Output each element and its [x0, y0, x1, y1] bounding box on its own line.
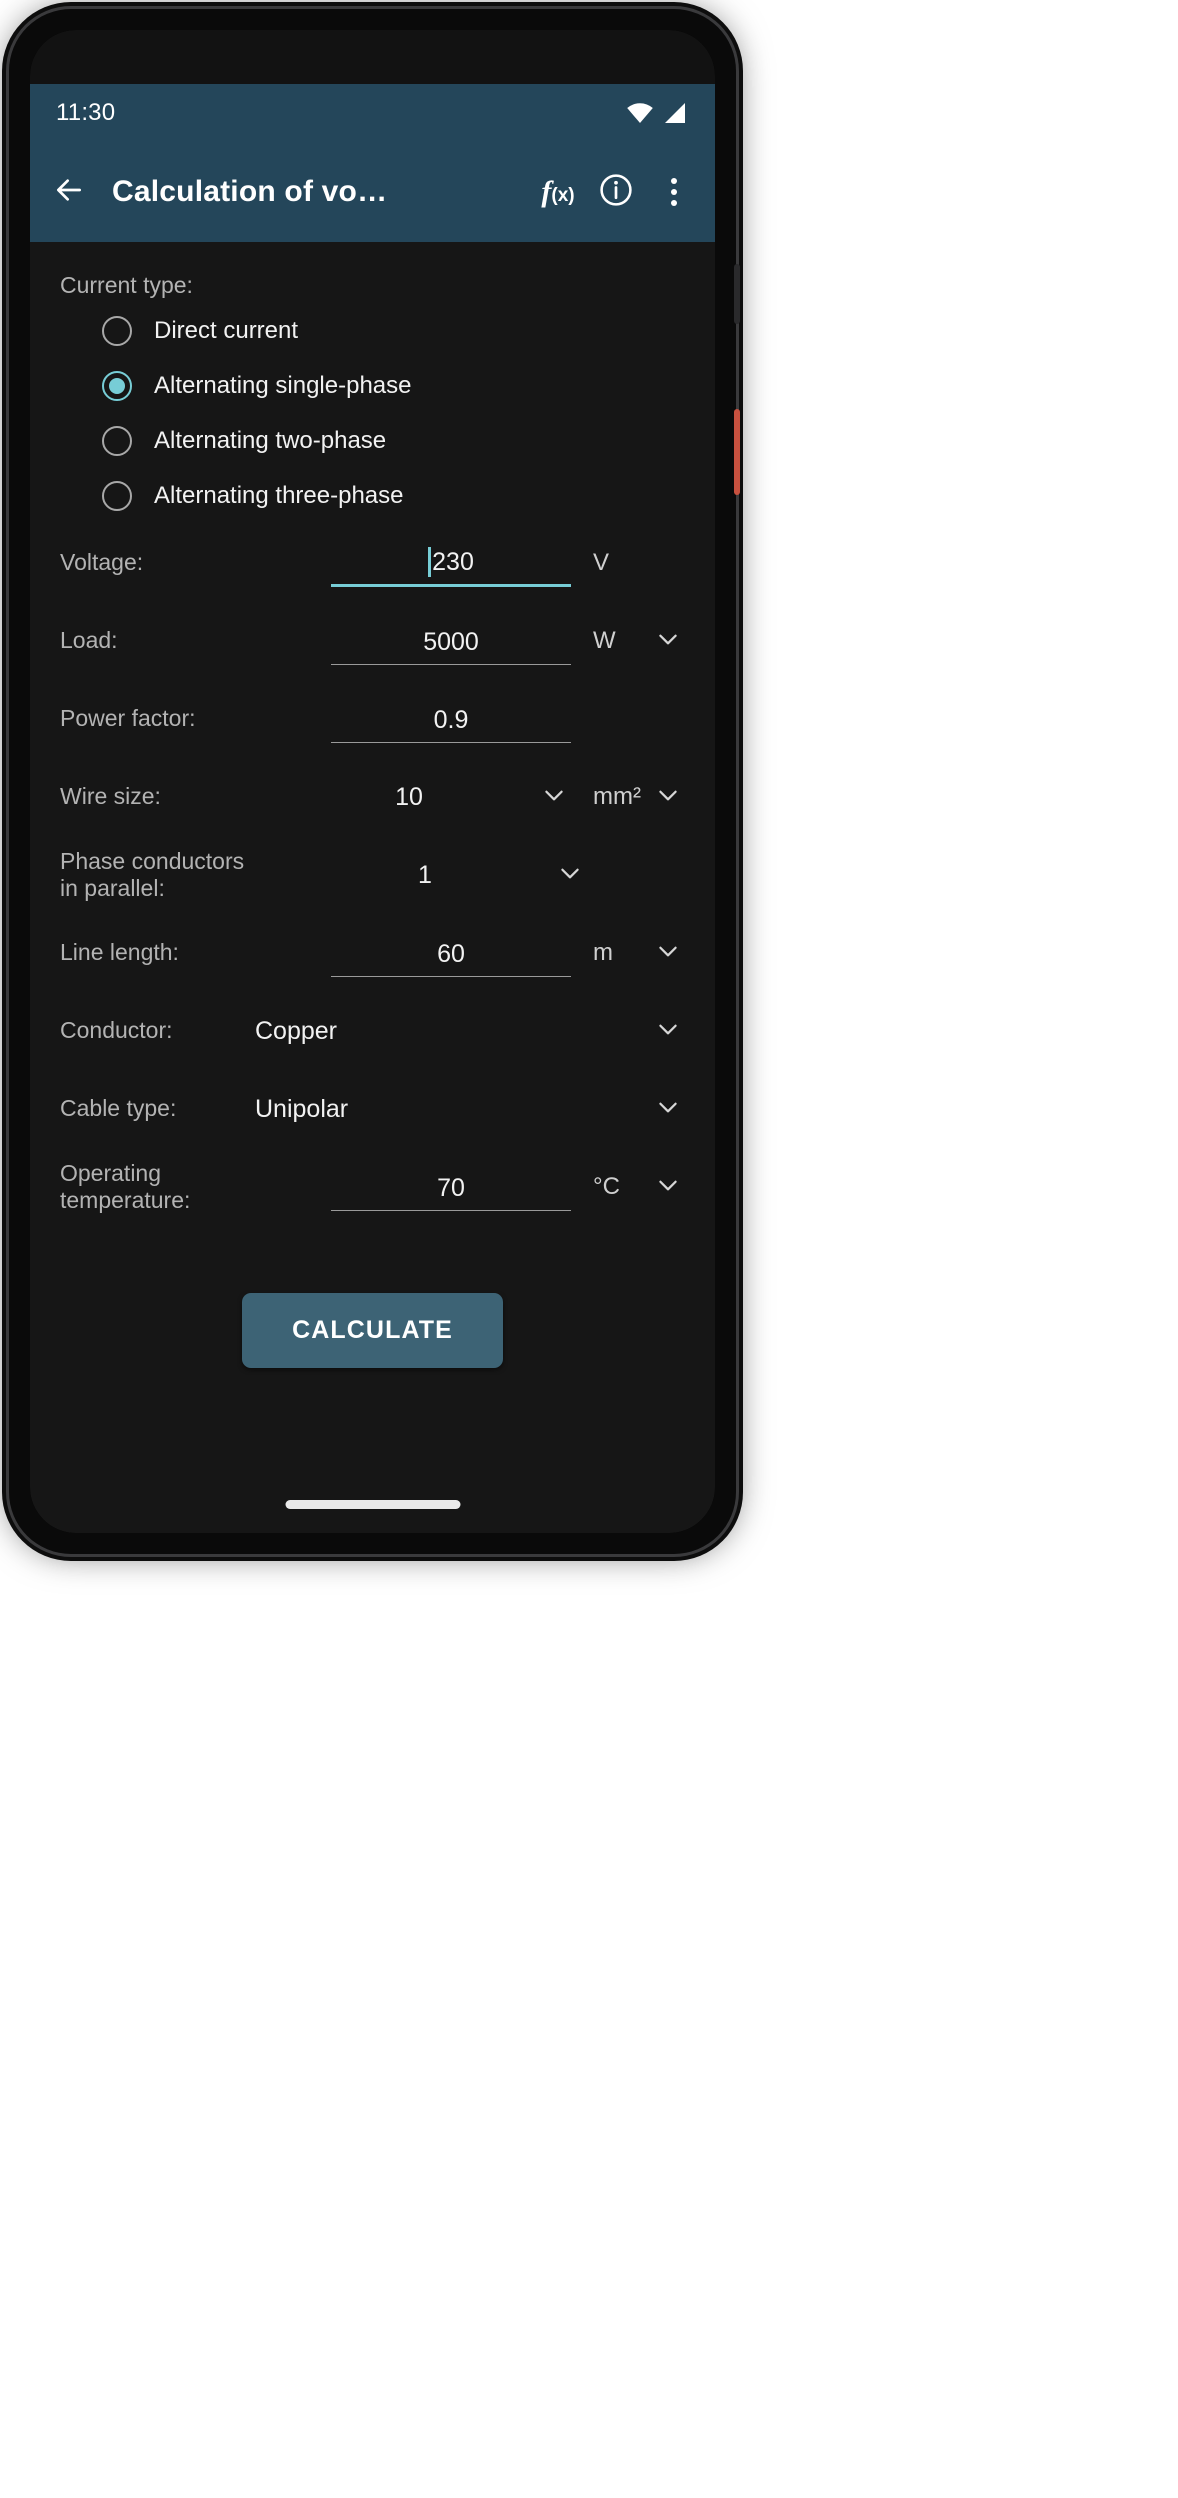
- conductor-value: Copper: [255, 1016, 337, 1045]
- function-button[interactable]: f (x): [529, 163, 587, 221]
- status-icons: [626, 102, 687, 124]
- field-row-voltage: Voltage: 230 V: [60, 527, 685, 599]
- power-factor-label: Power factor:: [60, 705, 196, 732]
- radio-label: Alternating two-phase: [154, 426, 387, 454]
- radio-icon: [102, 425, 132, 456]
- power-factor-input[interactable]: 0.9: [331, 695, 571, 743]
- app-bar: Calculation of vo… f (x): [30, 142, 715, 242]
- page-title: Calculation of vo…: [112, 175, 388, 208]
- back-button[interactable]: [40, 163, 98, 221]
- load-label: Load:: [60, 627, 118, 654]
- field-row-operating-temperature: Operating temperature: 70 °C: [60, 1151, 685, 1223]
- current-type-label: Current type:: [60, 272, 193, 298]
- load-value: 5000: [423, 628, 479, 656]
- cable-type-value-dropdown[interactable]: Unipolar: [255, 1085, 495, 1133]
- operating-temperature-unit: °C: [593, 1173, 620, 1200]
- radio-option-alternating-three-phase[interactable]: Alternating three-phase: [60, 470, 685, 521]
- fx-icon: f (x): [541, 175, 574, 209]
- radio-label: Alternating three-phase: [154, 481, 404, 509]
- radio-option-alternating-single-phase[interactable]: Alternating single-phase: [60, 360, 685, 411]
- line-length-value: 60: [437, 940, 465, 968]
- chevron-down-icon: [655, 938, 681, 969]
- fx-arg: (x): [551, 185, 575, 206]
- operating-temperature-input[interactable]: 70: [331, 1163, 571, 1211]
- line-length-unit-dropdown[interactable]: [651, 936, 685, 970]
- power-factor-value: 0.9: [433, 706, 469, 734]
- conductor-value-dropdown[interactable]: Copper: [255, 1007, 495, 1055]
- line-length-unit: m: [593, 939, 613, 966]
- operating-temperature-label: Operating temperature:: [60, 1159, 191, 1213]
- power-button[interactable]: [734, 409, 740, 495]
- overflow-menu-button[interactable]: [645, 163, 703, 221]
- radio-icon: [102, 315, 132, 346]
- cellular-signal-icon: [663, 102, 687, 124]
- form-content: Current type: Direct current Alternating…: [30, 242, 715, 1533]
- status-clock: 11:30: [56, 99, 116, 126]
- wire-size-label: Wire size:: [60, 783, 161, 810]
- text-cursor: [428, 547, 432, 577]
- wire-size-value: 10: [395, 782, 423, 811]
- parallel-conductors-value: 1: [418, 860, 432, 889]
- parallel-conductors-label: Phase conductors in parallel:: [60, 847, 245, 901]
- chevron-down-icon: [655, 1172, 681, 1203]
- voltage-label: Voltage:: [60, 549, 144, 576]
- screenshot-root: 11:30 Calculation of vo… f (x) Current t…: [0, 0, 1178, 2498]
- operating-temperature-value: 70: [437, 1174, 465, 1202]
- field-row-cable-type: Cable type: Unipolar: [60, 1073, 685, 1145]
- chevron-down-icon: [541, 782, 567, 813]
- chevron-down-icon: [655, 782, 681, 813]
- wire-size-value-dropdown[interactable]: 10: [289, 773, 529, 821]
- operating-temperature-unit-dropdown[interactable]: [651, 1170, 685, 1204]
- chevron-down-icon: [557, 860, 583, 891]
- chevron-down-icon: [655, 1094, 681, 1125]
- line-length-input[interactable]: 60: [331, 929, 571, 977]
- cable-type-dropdown-arrow[interactable]: [651, 1092, 685, 1126]
- field-row-power-factor: Power factor: 0.9: [60, 683, 685, 755]
- radio-icon: [102, 480, 132, 511]
- field-row-wire-size: Wire size: 10 mm²: [60, 761, 685, 833]
- wifi-icon: [626, 102, 654, 124]
- chevron-down-icon: [655, 626, 681, 657]
- phone-bezel: 11:30 Calculation of vo… f (x) Current t…: [30, 30, 715, 1533]
- radio-label: Direct current: [154, 316, 299, 344]
- wire-size-unit-dropdown[interactable]: [651, 780, 685, 814]
- cable-type-value: Unipolar: [255, 1094, 349, 1123]
- load-input[interactable]: 5000: [331, 617, 571, 665]
- calculate-button[interactable]: CALCULATE: [242, 1293, 503, 1368]
- voltage-value: 230: [432, 548, 474, 576]
- conductor-dropdown-arrow[interactable]: [651, 1014, 685, 1048]
- overflow-menu-icon: [671, 178, 677, 206]
- info-icon: [598, 172, 634, 213]
- navigation-gesture-bar[interactable]: [285, 1500, 460, 1509]
- wire-size-unit: mm²: [593, 783, 641, 810]
- field-row-parallel-conductors: Phase conductors in parallel: 1: [60, 839, 685, 911]
- voltage-input[interactable]: 230: [331, 539, 571, 587]
- radio-label: Alternating single-phase: [154, 371, 412, 399]
- info-button[interactable]: [587, 163, 645, 221]
- radio-option-direct-current[interactable]: Direct current: [60, 305, 685, 356]
- field-row-line-length: Line length: 60 m: [60, 917, 685, 989]
- conductor-label: Conductor:: [60, 1017, 173, 1044]
- volume-button[interactable]: [734, 264, 740, 324]
- back-arrow-icon: [53, 174, 85, 211]
- line-length-label: Line length:: [60, 939, 179, 966]
- status-bar: 11:30: [30, 84, 715, 142]
- phone-frame: 11:30 Calculation of vo… f (x) Current t…: [9, 9, 740, 1554]
- radio-icon-selected: [102, 370, 132, 401]
- radio-option-alternating-two-phase[interactable]: Alternating two-phase: [60, 415, 685, 466]
- fx-letter: f: [541, 175, 552, 208]
- calculate-button-wrapper: CALCULATE: [60, 1293, 685, 1368]
- load-unit-dropdown[interactable]: [651, 624, 685, 658]
- load-unit: W: [593, 627, 616, 654]
- wire-size-dropdown-arrow[interactable]: [537, 780, 571, 814]
- chevron-down-icon: [655, 1016, 681, 1047]
- parallel-conductors-value-dropdown[interactable]: 1: [305, 851, 545, 899]
- field-row-conductor: Conductor: Copper: [60, 995, 685, 1067]
- voltage-unit: V: [593, 549, 610, 576]
- parallel-conductors-dropdown-arrow[interactable]: [553, 858, 587, 892]
- cable-type-label: Cable type:: [60, 1095, 177, 1122]
- field-row-load: Load: 5000 W: [60, 605, 685, 677]
- phone-screen: 11:30 Calculation of vo… f (x) Current t…: [30, 30, 715, 1533]
